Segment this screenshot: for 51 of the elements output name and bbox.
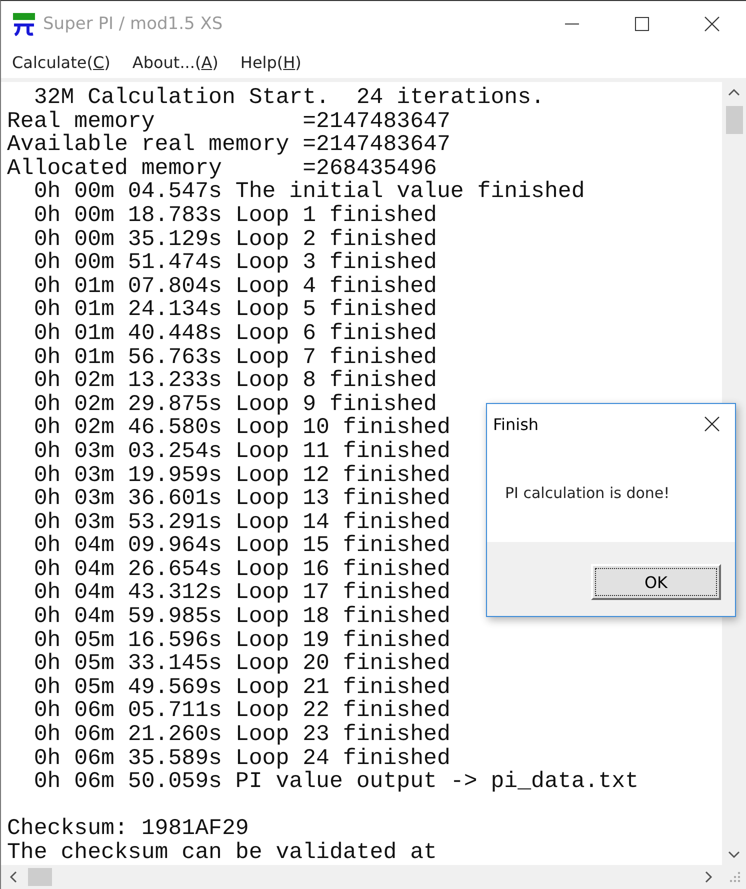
output-line: The checksum can be validated at	[7, 839, 437, 865]
horizontal-scrollbar[interactable]	[1, 865, 746, 889]
output-line: 0h 00m 04.547s The initial value finished	[32, 178, 585, 204]
scroll-thumb[interactable]	[28, 868, 52, 886]
output-line: 0h 04m 59.985s Loop 18 finished	[32, 603, 450, 630]
close-icon[interactable]	[704, 16, 720, 32]
scroll-down-icon[interactable]	[728, 851, 740, 859]
output-line: 0h 05m 33.145s Loop 20 finished	[32, 650, 450, 676]
output-line: 0h 03m 36.601s Loop 13 finished	[32, 485, 450, 512]
output-line: Allocated memory =268435496	[7, 154, 437, 181]
output-line: 0h 03m 19.959s Loop 12 finished	[32, 462, 450, 488]
scroll-left-icon[interactable]	[9, 871, 17, 883]
output-line: 0h 02m 29.875s Loop 9 finished	[32, 390, 437, 417]
menu-item[interactable]: Help(H)	[240, 53, 302, 72]
output-line: 0h 04m 09.964s Loop 15 finished	[32, 532, 450, 558]
output-line: 0h 05m 16.596s Loop 19 finished	[32, 626, 450, 653]
resize-grip-icon[interactable]	[729, 871, 741, 883]
menu-item[interactable]: About...(A)	[132, 53, 218, 72]
scroll-thumb[interactable]	[726, 106, 742, 134]
output-line: 0h 00m 51.474s Loop 3 finished	[32, 249, 437, 276]
scroll-up-icon[interactable]	[728, 88, 740, 96]
app-logo-icon	[11, 12, 37, 36]
dialog-title: Finish	[493, 414, 539, 434]
output-line: 0h 06m 05.711s Loop 22 finished	[32, 697, 450, 724]
window-title: Super PI / mod1.5 XS	[43, 14, 223, 34]
close-icon[interactable]	[704, 416, 720, 432]
output-line: 0h 04m 26.654s Loop 16 finished	[32, 556, 450, 582]
output-line: 0h 06m 21.260s Loop 23 finished	[32, 721, 450, 748]
output-line: Checksum: 1981AF29	[7, 815, 249, 842]
output-line: 0h 02m 46.580s Loop 10 finished	[32, 414, 450, 440]
output-line: 0h 02m 13.233s Loop 8 finished	[32, 367, 437, 394]
output-line: 0h 06m 50.059s PI value output -> pi_data.txt	[32, 768, 639, 794]
output-line: 0h 01m 24.134s Loop 5 finished	[32, 296, 437, 322]
output-line: Real memory =2147483647	[7, 108, 450, 134]
ok-button[interactable]: OK	[591, 564, 721, 600]
output-line: 0h 00m 18.783s Loop 1 finished	[32, 202, 437, 228]
output-line: 0h 01m 07.804s Loop 4 finished	[32, 272, 437, 299]
output-line: 0h 05m 49.569s Loop 21 finished	[32, 674, 450, 700]
output-line: 0h 03m 03.254s Loop 11 finished	[32, 438, 450, 464]
output-line: 0h 06m 35.589s Loop 24 finished	[32, 744, 450, 771]
dialog-message: PI calculation is done!	[505, 484, 670, 502]
output-line: 0h 00m 35.129s Loop 2 finished	[32, 226, 437, 252]
output-line: 0h 03m 53.291s Loop 14 finished	[32, 508, 450, 535]
menu-item[interactable]: Calculate(C)	[12, 53, 110, 72]
maximize-icon[interactable]	[634, 16, 650, 32]
output-line: 32M Calculation Start. 24 iterations.	[32, 84, 544, 110]
output-line: 0h 04m 43.312s Loop 17 finished	[32, 579, 450, 606]
output-line: Available real memory =2147483647	[7, 131, 450, 158]
output-line: 0h 01m 40.448s Loop 6 finished	[32, 320, 437, 346]
scroll-right-icon[interactable]	[705, 871, 713, 883]
output-line: 0h 01m 56.763s Loop 7 finished	[32, 344, 437, 370]
